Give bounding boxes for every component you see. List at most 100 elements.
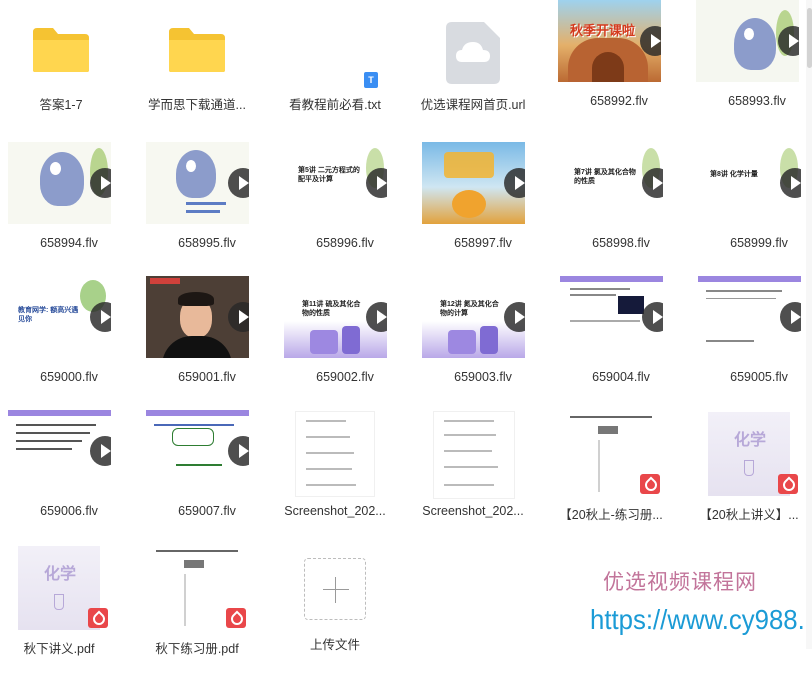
file-item-video[interactable]: 教育网学: 额高兴遇见你 659000.flv: [0, 276, 138, 410]
file-item-pdf[interactable]: 秋下练习册.pdf: [128, 544, 266, 678]
thumbnail-cartoon-eye: [50, 162, 61, 175]
thumbnail-flower: [452, 190, 486, 218]
txt-file-icon: T: [364, 72, 378, 88]
play-icon: [366, 302, 387, 332]
file-item-txt[interactable]: T 看教程前必看.txt: [266, 0, 404, 134]
play-icon: [90, 168, 111, 198]
file-grid: 答案1-7 学而思下载通道... T 看教程前必看.txt 优选课程网首页.ur…: [0, 0, 812, 656]
file-item-folder[interactable]: 学而思下载通道...: [128, 0, 266, 134]
file-item-video[interactable]: 658995.flv: [138, 142, 276, 276]
play-icon: [90, 436, 111, 466]
folder-icon: [33, 28, 89, 72]
video-thumbnail: 第11讲 硫及其化合物的性质: [284, 276, 387, 358]
file-item-image[interactable]: Screenshot_202...: [266, 410, 404, 544]
folder-icon: [169, 28, 225, 72]
thumbnail-text-line: [570, 320, 640, 322]
file-name: Screenshot_202...: [422, 504, 524, 518]
vertical-scrollbar[interactable]: [806, 0, 812, 649]
file-item-video[interactable]: 659001.flv: [138, 276, 276, 410]
thumbnail-festival-text: [444, 152, 494, 178]
file-item-video[interactable]: 658993.flv: [688, 0, 812, 134]
thumbnail-text-line: [444, 420, 494, 422]
file-item-video[interactable]: 第7讲 氯及其化合物的性质 658998.flv: [552, 142, 690, 276]
play-icon: [228, 436, 249, 466]
file-item-video[interactable]: 第12讲 氮及其化合物的计算 659003.flv: [414, 276, 552, 410]
video-thumbnail: 第12讲 氮及其化合物的计算: [422, 276, 525, 358]
thumbnail-text-line: [306, 452, 354, 454]
thumbnail-text-line: [570, 288, 630, 290]
pdf-icon: [226, 608, 246, 628]
file-item-video[interactable]: 658997.flv: [414, 142, 552, 276]
image-thumbnail: [434, 412, 514, 498]
thumbnail-cartoon-eye: [744, 28, 754, 40]
file-name: 学而思下载通道...: [148, 98, 246, 112]
file-item-video[interactable]: 第11讲 硫及其化合物的性质 659002.flv: [276, 276, 414, 410]
file-name: 659005.flv: [730, 370, 788, 384]
image-thumbnail: [296, 412, 374, 496]
video-thumbnail: [146, 410, 249, 492]
file-name: 【20秋上-练习册...: [559, 508, 663, 522]
video-thumbnail: [696, 0, 799, 82]
thumbnail-caption: 第11讲 硫及其化合物的性质: [302, 301, 361, 317]
file-item-video[interactable]: 659006.flv: [0, 410, 138, 544]
video-thumbnail: [422, 142, 525, 224]
watermark-site-name: 优选视频课程网: [603, 570, 757, 594]
video-thumbnail: [698, 276, 801, 358]
file-item-pdf[interactable]: 【20秋上-练习册...: [542, 410, 680, 544]
video-thumbnail: [146, 142, 249, 224]
file-name: 659000.flv: [40, 370, 98, 384]
file-name: 看教程前必看.txt: [289, 98, 381, 112]
thumbnail-person-body: [162, 336, 232, 358]
thumbnail-header-bar: [560, 276, 663, 282]
file-item-video[interactable]: 第5讲 二元方程式的配平及计算 658996.flv: [276, 142, 414, 276]
pdf-icon: [88, 608, 108, 628]
video-thumbnail: [8, 142, 111, 224]
play-icon: [228, 302, 249, 332]
thumbnail-caption: 第7讲 氯及其化合物的性质: [574, 169, 636, 185]
thumbnail-text-line: [306, 468, 352, 470]
file-item-video[interactable]: 秋季开课啦 658992.flv: [550, 0, 688, 134]
thumbnail-header-bar: [146, 410, 249, 416]
thumbnail-text-line: [16, 432, 90, 434]
thumbnail-flask: [448, 330, 476, 354]
file-item-video[interactable]: 659007.flv: [138, 410, 276, 544]
file-name: Screenshot_202...: [284, 504, 386, 518]
file-item-video[interactable]: 659004.flv: [552, 276, 690, 410]
thumbnail-text-line: [154, 424, 234, 426]
file-name: 答案1-7: [39, 98, 83, 112]
play-icon: [228, 168, 249, 198]
play-icon: [504, 302, 525, 332]
thumbnail-text-line: [598, 426, 618, 434]
video-thumbnail: 第7讲 氯及其化合物的性质: [560, 142, 663, 224]
thumbnail-text-line: [570, 294, 616, 296]
upload-label[interactable]: 上传文件: [266, 634, 404, 653]
file-item-video[interactable]: 658994.flv: [0, 142, 138, 276]
file-browser-page: { "files": [ {"name": "答案1-7", "type": "…: [0, 0, 812, 656]
thumbnail-caption: 第12讲 氮及其化合物的计算: [440, 301, 499, 317]
file-item-video[interactable]: 第8讲 化学计量 658999.flv: [690, 142, 812, 276]
file-item-pdf[interactable]: 化学 【20秋上讲义】...: [680, 410, 812, 544]
video-thumbnail: 教育网学: 额高兴遇见你: [8, 276, 111, 358]
thumbnail-diagram: [618, 296, 644, 314]
scrollbar-thumb[interactable]: [807, 8, 812, 68]
thumbnail-header-bar: [8, 410, 111, 416]
file-name: 658993.flv: [728, 94, 786, 108]
upload-plus-icon[interactable]: [304, 558, 366, 620]
file-item-url[interactable]: 优选课程网首页.url: [404, 0, 542, 134]
file-item-image[interactable]: Screenshot_202...: [404, 410, 542, 544]
thumbnail-cartoon-dino: [176, 150, 216, 198]
thumbnail-person-hair: [178, 292, 214, 306]
play-icon: [366, 168, 387, 198]
file-name: 658995.flv: [178, 236, 236, 250]
video-thumbnail: [146, 276, 249, 358]
thumbnail-text-line: [16, 440, 82, 442]
file-item-pdf[interactable]: 化学 秋下讲义.pdf: [0, 544, 128, 678]
thumbnail-divider: [598, 440, 600, 492]
thumbnail-handwriting: [176, 452, 222, 466]
thumbnail-caption: 第8讲 化学计量: [710, 171, 758, 178]
file-item-folder[interactable]: 答案1-7: [0, 0, 130, 134]
thumbnail-text-line: [444, 434, 496, 436]
file-item-video[interactable]: 659005.flv: [690, 276, 812, 410]
thumbnail-text-line: [444, 450, 492, 452]
video-thumbnail: [8, 410, 111, 492]
